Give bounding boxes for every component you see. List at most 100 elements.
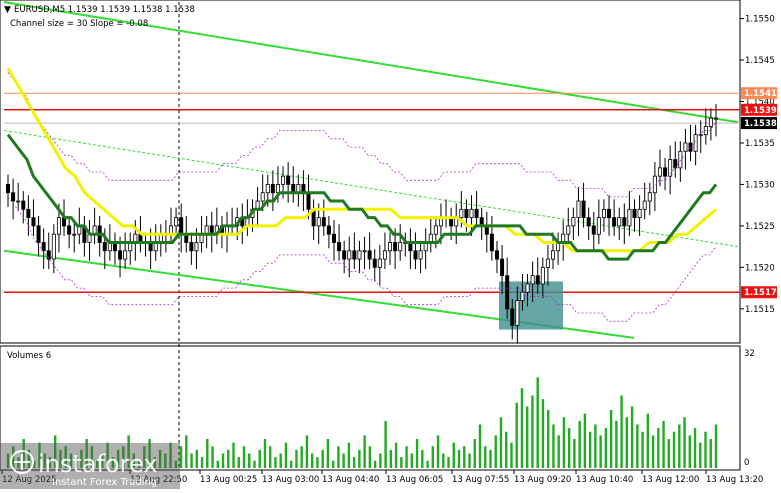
candle-body bbox=[342, 250, 347, 260]
candle-body bbox=[260, 192, 265, 202]
candle-body bbox=[367, 250, 372, 260]
candle-body bbox=[306, 192, 311, 210]
candle-body bbox=[118, 250, 123, 260]
candle-body bbox=[464, 208, 469, 219]
candle-body bbox=[591, 225, 596, 235]
candle-body bbox=[576, 200, 581, 219]
level-tag: 1.1517 bbox=[744, 288, 777, 298]
candle-body bbox=[174, 217, 179, 227]
candle-body bbox=[377, 258, 382, 268]
candle-body bbox=[566, 225, 571, 235]
candle-body bbox=[36, 225, 41, 243]
indicator-line: Channel size = 30 Slope = -0.08 bbox=[10, 19, 148, 29]
candle-body bbox=[642, 200, 647, 210]
candle-body bbox=[179, 217, 184, 235]
candle-body bbox=[357, 250, 362, 260]
candle-body bbox=[571, 217, 576, 227]
candle-body bbox=[520, 291, 525, 301]
candle-body bbox=[372, 258, 377, 268]
candle-body bbox=[362, 250, 367, 253]
candle-body bbox=[281, 175, 286, 185]
candle-body bbox=[102, 242, 107, 252]
candle-body bbox=[352, 250, 357, 260]
level-tag: 1.1541 bbox=[744, 89, 777, 99]
instaforex-logo: instaforex Instant Forex Trading bbox=[0, 443, 180, 489]
candle-body bbox=[72, 233, 77, 236]
candle-body bbox=[622, 217, 627, 227]
x-tick-label: 13 Aug 06:05 bbox=[386, 475, 443, 485]
candle-body bbox=[418, 250, 423, 260]
candle-body bbox=[398, 242, 403, 252]
volume-scale-bottom: 0 bbox=[744, 458, 749, 468]
candle-body bbox=[189, 242, 194, 252]
price-chart: 1.15501.15451.15401.15351.15301.15251.15… bbox=[0, 0, 777, 489]
x-tick-label: 13 Aug 12:00 bbox=[642, 475, 699, 485]
candle-body bbox=[678, 150, 683, 169]
candle-body bbox=[607, 208, 612, 219]
current-price-tag: 1.1538 bbox=[744, 119, 777, 129]
candle-body bbox=[326, 225, 331, 235]
y-tick-label: 1.1515 bbox=[745, 305, 775, 315]
candle-body bbox=[617, 217, 622, 227]
candle-body bbox=[51, 233, 56, 260]
candle-body bbox=[530, 275, 535, 285]
candle-body bbox=[6, 184, 11, 194]
candle-body bbox=[382, 250, 387, 260]
candle-body bbox=[459, 208, 464, 219]
x-tick-label: 13 Aug 03:00 bbox=[262, 475, 319, 485]
candle-body bbox=[627, 208, 632, 227]
logo-tagline: Instant Forex Trading bbox=[52, 477, 157, 488]
y-tick-label: 1.1520 bbox=[745, 263, 775, 273]
y-tick-label: 1.1535 bbox=[745, 139, 775, 149]
candle-body bbox=[316, 217, 321, 227]
candle-body bbox=[194, 242, 199, 252]
candle-body bbox=[632, 208, 637, 219]
candle-body bbox=[515, 300, 520, 326]
candle-body bbox=[265, 184, 270, 194]
x-tick-label: 13 Aug 13:20 bbox=[706, 475, 763, 485]
collapse-icon[interactable]: ▼ bbox=[4, 5, 11, 15]
x-tick-label: 13 Aug 10:40 bbox=[576, 475, 633, 485]
candle-body bbox=[545, 258, 550, 268]
candle-body bbox=[16, 200, 21, 203]
candle-body bbox=[393, 242, 398, 252]
y-tick-label: 1.1525 bbox=[745, 222, 775, 232]
y-tick-label: 1.1550 bbox=[745, 15, 775, 25]
candle-body bbox=[41, 242, 46, 252]
candle-body bbox=[474, 208, 479, 219]
candle-body bbox=[21, 200, 26, 210]
symbol-line: EURUSD,M5 1.1539 1.1539 1.1538 1.1538 bbox=[14, 5, 195, 15]
candle-body bbox=[11, 192, 16, 202]
candle-body bbox=[586, 217, 591, 227]
volumes-label: Volumes 6 bbox=[7, 351, 51, 361]
candle-body bbox=[26, 208, 31, 219]
candle-body bbox=[647, 192, 652, 202]
candle-body bbox=[489, 233, 494, 252]
candle-body bbox=[535, 275, 540, 285]
candle-body bbox=[540, 266, 545, 285]
candle-body bbox=[56, 217, 61, 235]
candle-body bbox=[331, 233, 336, 243]
candle-body bbox=[612, 217, 617, 227]
candle-body bbox=[123, 250, 128, 260]
candle-body bbox=[321, 217, 326, 227]
candle-body bbox=[708, 117, 713, 127]
y-tick-label: 1.1545 bbox=[745, 56, 775, 66]
candle-body bbox=[494, 250, 499, 260]
candle-body bbox=[388, 242, 393, 252]
candle-body bbox=[286, 175, 291, 185]
candle-body bbox=[657, 167, 662, 177]
candle-body bbox=[596, 217, 601, 235]
level-tag: 1.1539 bbox=[744, 106, 777, 116]
candle-body bbox=[67, 225, 72, 235]
candle-body bbox=[433, 225, 438, 235]
candle-body bbox=[413, 250, 418, 260]
candle-body bbox=[337, 242, 342, 252]
candle-body bbox=[500, 258, 505, 277]
candle-body bbox=[46, 250, 51, 260]
candle-body bbox=[525, 283, 530, 293]
x-tick-label: 13 Aug 00:25 bbox=[200, 475, 257, 485]
candle-body bbox=[663, 167, 668, 177]
x-tick-label: 13 Aug 09:20 bbox=[514, 475, 571, 485]
candle-body bbox=[637, 208, 642, 219]
